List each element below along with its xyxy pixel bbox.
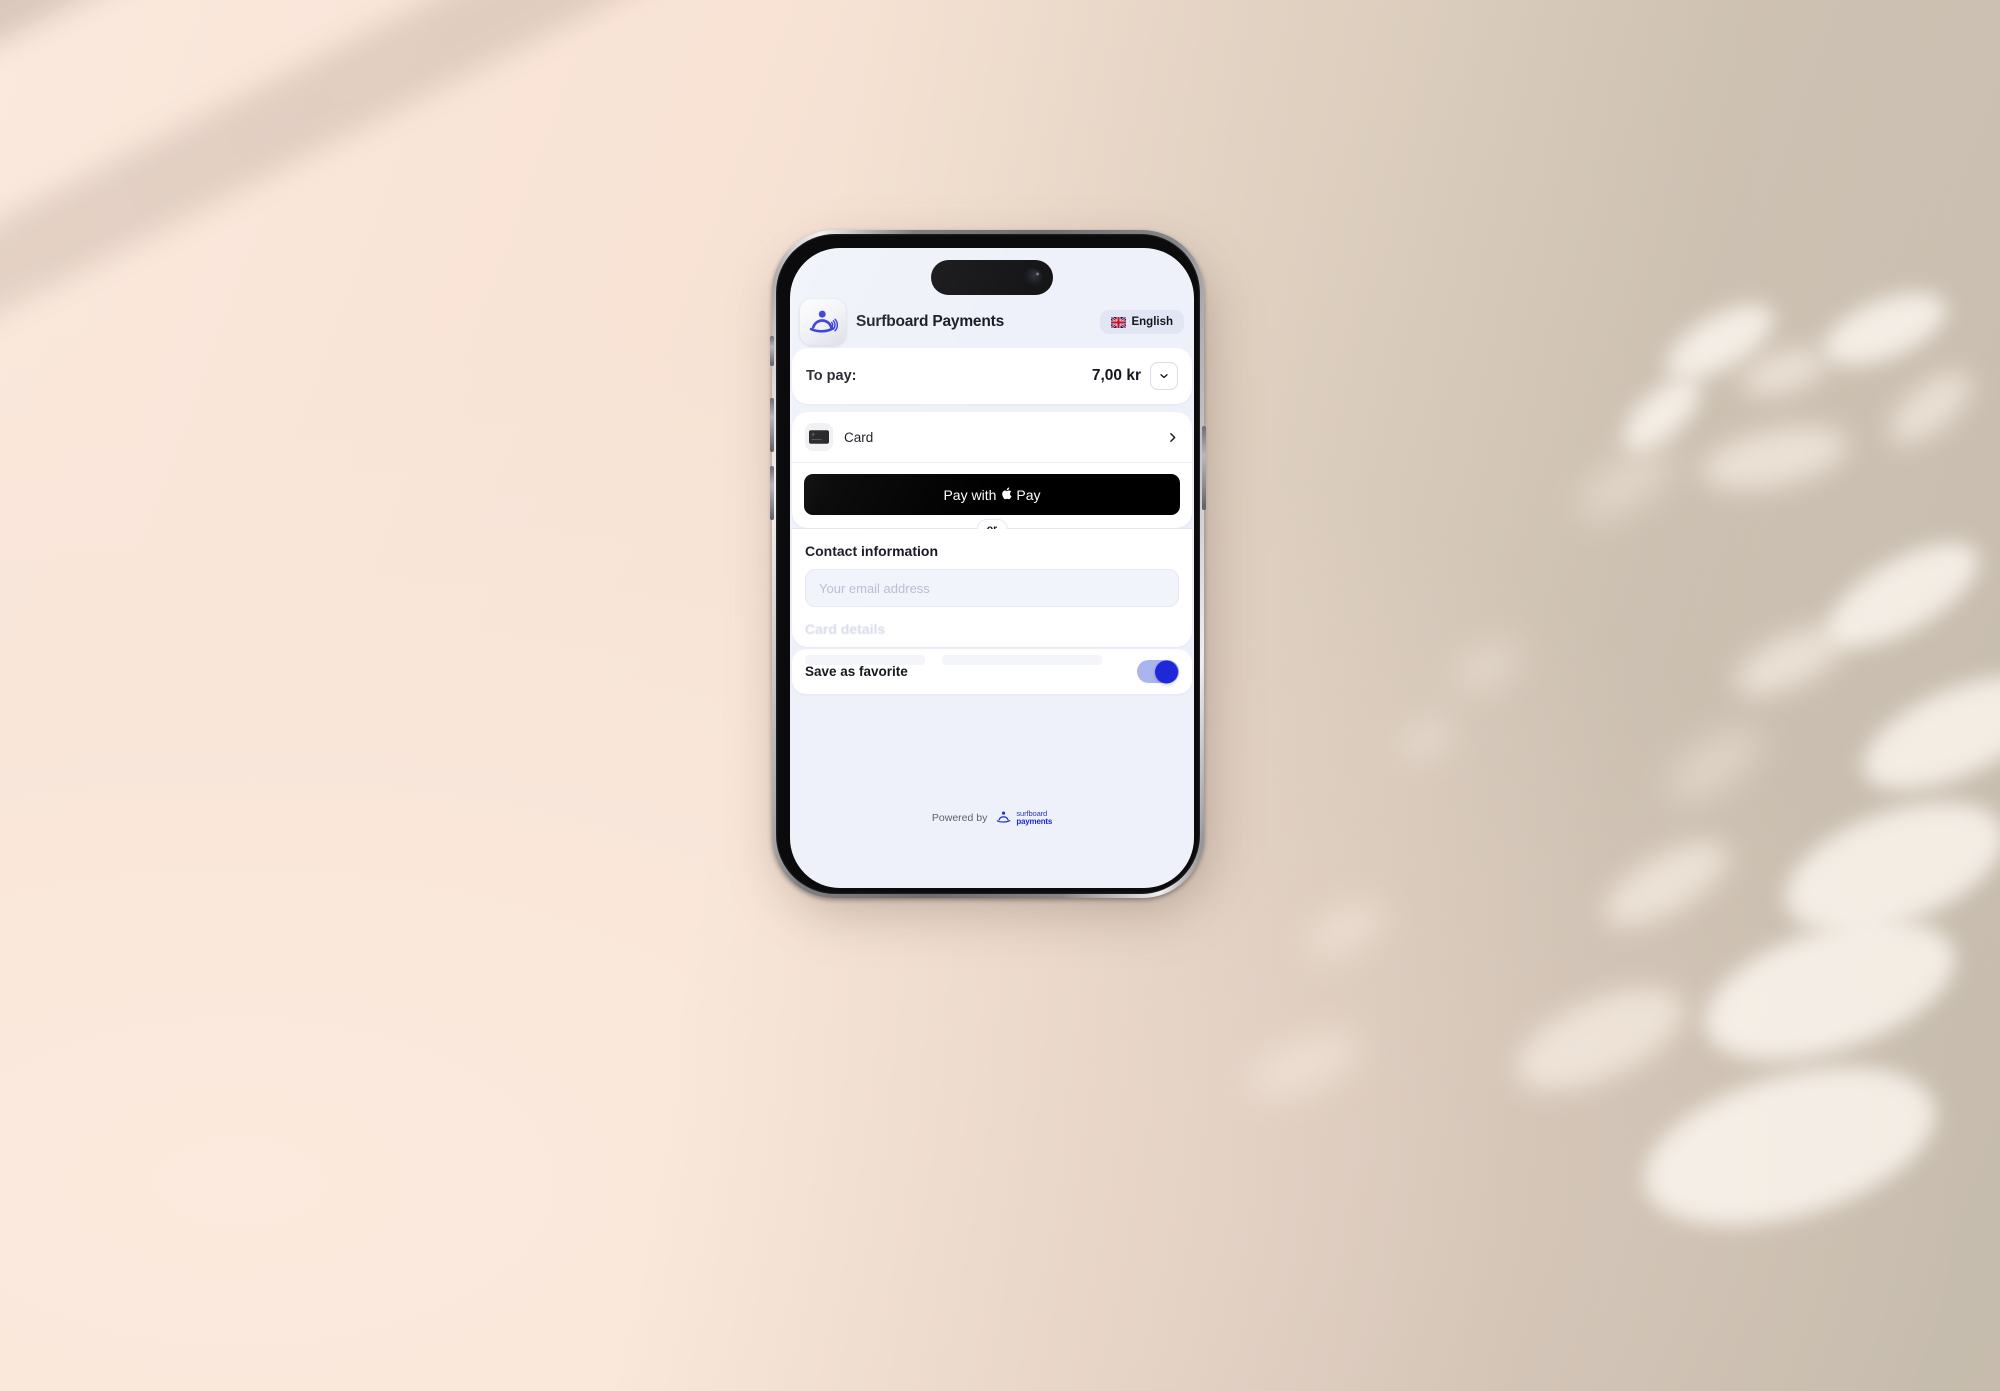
card-details-title: Card details [805,621,886,637]
email-field[interactable] [805,569,1179,607]
brand-name-bottom: payments [1016,816,1053,826]
surfboard-payments-footer-logo: surfboard payments [995,810,1052,826]
chevron-right-icon [1166,431,1179,444]
device-bezel: Surfboard Payments English To pay: 7,00 … [776,234,1200,894]
phone-screen: Surfboard Payments English To pay: 7,00 … [790,248,1194,888]
footer: Powered by surfboard payments [790,810,1194,826]
silence-switch[interactable] [770,336,774,366]
uk-flag-icon [1111,316,1127,328]
save-as-favorite-label: Save as favorite [805,664,908,679]
to-pay-card: To pay: 7,00 kr [792,348,1192,404]
save-as-favorite-toggle[interactable] [1137,660,1179,683]
front-camera-icon [1023,268,1042,287]
contact-information-card: Contact information Card details [792,529,1192,665]
payment-method-label: Card [844,429,874,445]
divider [792,462,1192,463]
surfboard-logo-icon [997,811,1011,823]
language-selector[interactable]: English [1100,310,1184,334]
apple-pay-prefix: Pay with [943,486,997,503]
chevron-down-icon [1160,374,1168,379]
apple-pay-suffix: Pay [1016,486,1041,503]
apple-logo-icon [1002,486,1013,503]
payment-method-row-card[interactable]: Card [792,412,1192,462]
contact-information-title: Contact information [805,543,938,559]
payment-app: Surfboard Payments English To pay: 7,00 … [790,248,1194,888]
dynamic-island [931,260,1053,295]
app-header: Surfboard Payments English [790,299,1194,345]
order-details-expand-button[interactable] [1150,362,1178,390]
to-pay-amount: 7,00 kr [1091,367,1141,384]
volume-down-button[interactable] [770,466,774,520]
powered-by-label: Powered by [931,812,988,824]
volume-up-button[interactable] [770,398,774,452]
apple-pay-button[interactable]: Pay with Pay [804,474,1180,515]
phone-device: Surfboard Payments English To pay: 7,00 … [770,230,1210,912]
surfboard-payments-wordmark: surfboard payments [1016,810,1052,826]
surfboard-payments-logo-icon [800,299,846,345]
page-title: Surfboard Payments [856,313,1004,330]
payment-card: Card Pay with Pay [792,412,1192,528]
credit-card-icon [805,423,833,451]
loading-skeleton [942,655,1102,665]
to-pay-label: To pay: [806,368,857,384]
power-button[interactable] [1202,426,1206,510]
loading-skeleton [805,655,925,665]
scene: Surfboard Payments English To pay: 7,00 … [0,0,2000,1391]
language-label: English [1131,316,1173,328]
